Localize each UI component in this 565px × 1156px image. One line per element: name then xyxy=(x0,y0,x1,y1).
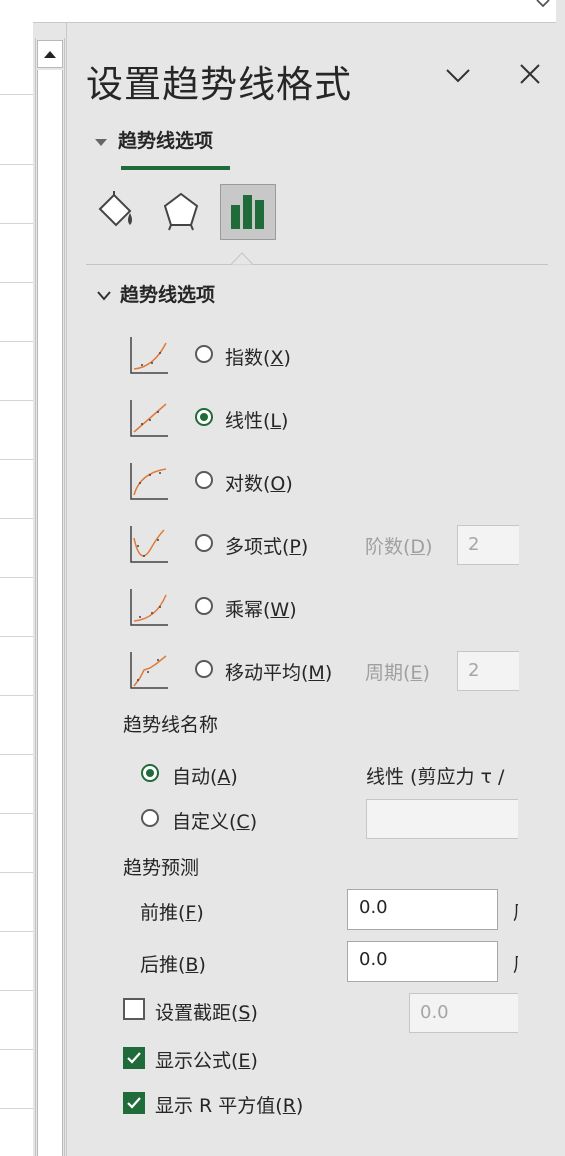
grid-row-line xyxy=(0,990,33,991)
tab-trendline-options[interactable]: 趋势线选项 xyxy=(94,126,213,153)
trend-option-polynomial[interactable]: 多项式(P) 阶数(D) 2 xyxy=(128,524,548,568)
intercept-label: 设置截距(S) xyxy=(155,1002,258,1024)
worksheet-grid[interactable] xyxy=(0,22,33,1156)
intercept-input[interactable]: 0.0 xyxy=(409,993,518,1033)
radio-power[interactable] xyxy=(195,597,213,615)
label-polynomial: 多项式(P) xyxy=(225,536,309,558)
tab-label: 趋势线选项 xyxy=(118,130,214,152)
chevron-down-icon xyxy=(97,290,111,301)
pane-border xyxy=(66,22,67,1156)
custom-name-input[interactable] xyxy=(366,799,518,839)
grid-row-line xyxy=(0,282,33,283)
close-icon xyxy=(520,64,540,84)
effects-pentagon-icon xyxy=(163,192,199,231)
grid-row-line xyxy=(0,94,33,95)
label-linear: 线性(L) xyxy=(225,410,289,432)
grid-row-line xyxy=(0,636,33,637)
intercept-checkbox[interactable] xyxy=(123,998,145,1020)
forward-input[interactable]: 0.0 xyxy=(347,889,498,930)
trendline-options-button[interactable] xyxy=(220,184,276,240)
scroll-up-button[interactable] xyxy=(37,40,63,68)
checkmark-icon xyxy=(127,1097,141,1109)
scrollbar-track[interactable] xyxy=(37,70,63,1156)
grid-row-line xyxy=(0,577,33,578)
order-input[interactable]: 2 xyxy=(457,525,519,565)
moving-average-trend-icon xyxy=(130,652,168,689)
backward-label: 后推(B) xyxy=(140,954,206,976)
forward-unit: 周 xyxy=(513,898,518,925)
label-exponential: 指数(X) xyxy=(225,347,291,369)
radio-name-custom[interactable] xyxy=(141,809,159,827)
show-r2-label: 显示 R 平方值(R) xyxy=(155,1095,304,1117)
dropdown-arrow-icon[interactable] xyxy=(534,0,552,10)
trendline-name-heading: 趋势线名称 xyxy=(123,714,219,736)
label-name-auto: 自动(A) xyxy=(172,766,238,788)
close-button[interactable] xyxy=(514,60,546,90)
grid-row-line xyxy=(0,813,33,814)
trend-option-logarithmic[interactable]: 对数(O) xyxy=(128,461,548,505)
grid-row-line xyxy=(0,400,33,401)
caret-down-icon xyxy=(95,138,107,146)
forward-label: 前推(F) xyxy=(140,902,204,924)
grid-row-line xyxy=(0,1108,33,1109)
exponential-trend-icon xyxy=(130,337,168,374)
radio-linear[interactable] xyxy=(195,408,213,426)
separator xyxy=(86,264,548,265)
effects-button[interactable] xyxy=(159,189,203,233)
checkmark-icon xyxy=(127,1052,141,1064)
radio-moving-average[interactable] xyxy=(195,660,213,678)
chevron-down-icon xyxy=(446,69,470,83)
trend-option-power[interactable]: 乘幂(W) xyxy=(128,587,548,631)
trendline-options-bar-icon xyxy=(231,195,264,229)
pane-options-button[interactable] xyxy=(442,60,474,90)
grid-row-line xyxy=(0,1049,33,1050)
fill-line-button[interactable] xyxy=(94,189,138,233)
top-strip xyxy=(0,0,556,23)
order-label: 阶数(D) xyxy=(365,536,433,558)
label-power: 乘幂(W) xyxy=(225,599,297,621)
tab-underline xyxy=(121,166,230,170)
power-trend-icon xyxy=(130,589,168,626)
show-equation-checkbox[interactable] xyxy=(123,1047,145,1069)
label-moving-average: 移动平均(M) xyxy=(225,662,333,684)
grid-row-line xyxy=(0,341,33,342)
show-equation-label: 显示公式(E) xyxy=(155,1050,258,1072)
fill-line-icon xyxy=(98,191,132,227)
trend-option-linear[interactable]: 线性(L) xyxy=(128,398,548,442)
selected-notch xyxy=(231,252,253,265)
radio-exponential[interactable] xyxy=(195,345,213,363)
show-r2-checkbox[interactable] xyxy=(123,1092,145,1114)
grid-row-line xyxy=(0,695,33,696)
auto-name-value: 线性 (剪应力 τ / xyxy=(366,766,505,788)
period-label: 周期(E) xyxy=(365,662,430,684)
pane-title: 设置趋势线格式 xyxy=(86,63,352,106)
label-name-custom: 自定义(C) xyxy=(172,811,258,833)
grid-row-line xyxy=(0,872,33,873)
forecast-heading: 趋势预测 xyxy=(123,857,200,879)
section-trendline-options[interactable]: 趋势线选项 xyxy=(96,280,215,307)
period-input[interactable]: 2 xyxy=(457,651,519,691)
section-label: 趋势线选项 xyxy=(120,284,216,306)
linear-trend-icon xyxy=(130,400,168,437)
scroll-up-arrow-icon xyxy=(44,51,56,58)
radio-name-auto[interactable] xyxy=(141,764,159,782)
grid-row-line xyxy=(0,223,33,224)
grid-row-line xyxy=(0,459,33,460)
grid-row-line xyxy=(0,164,33,165)
logarithmic-trend-icon xyxy=(130,463,168,500)
trend-option-moving-average[interactable]: 移动平均(M) 周期(E) 2 xyxy=(128,650,548,694)
grid-row-line xyxy=(0,754,33,755)
radio-polynomial[interactable] xyxy=(195,534,213,552)
backward-unit: 周 xyxy=(513,950,518,977)
grid-row-line xyxy=(0,518,33,519)
grid-row-line xyxy=(0,931,33,932)
label-logarithmic: 对数(O) xyxy=(225,473,293,495)
radio-logarithmic[interactable] xyxy=(195,471,213,489)
trend-option-exponential[interactable]: 指数(X) xyxy=(128,335,548,379)
backward-input[interactable]: 0.0 xyxy=(347,941,498,982)
polynomial-trend-icon xyxy=(130,526,168,563)
